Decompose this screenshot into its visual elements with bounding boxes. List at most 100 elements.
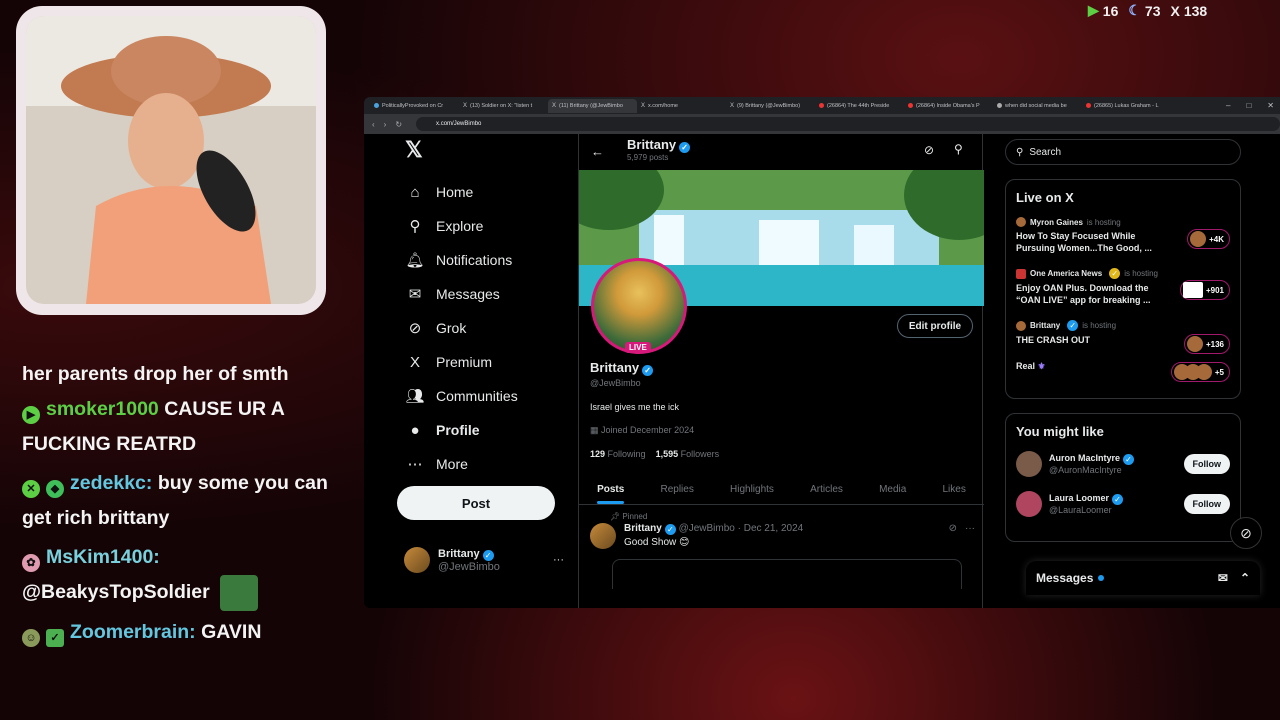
tab-articles[interactable]: Articles bbox=[810, 484, 843, 495]
post-button[interactable]: Post bbox=[397, 486, 555, 520]
nav-explore[interactable]: ⚲ Explore bbox=[394, 209, 574, 243]
grok-icon: ⊘ bbox=[408, 320, 422, 337]
back-arrow-icon[interactable]: ← bbox=[591, 144, 604, 159]
following-label[interactable]: Following bbox=[608, 449, 646, 459]
webcam-image bbox=[26, 16, 316, 304]
stream-stats: ▶ 16 ☾ 73 X 138 bbox=[1088, 2, 1207, 19]
grok-icon[interactable]: ⊘ bbox=[949, 523, 957, 549]
pinned-post[interactable]: 📌︎ Pinned Brittany ✓ @JewBimbo · Dec 21, … bbox=[590, 512, 975, 589]
person-icon: ● bbox=[410, 421, 420, 439]
tweet-media-card[interactable] bbox=[612, 559, 962, 589]
tweet-author[interactable]: Brittany bbox=[624, 523, 662, 534]
tab-highlights[interactable]: Highlights bbox=[730, 484, 774, 495]
browser-tab[interactable]: X (13) Soldier on X: "listen t bbox=[459, 99, 548, 113]
tab-media[interactable]: Media bbox=[879, 484, 906, 495]
people-icon: 👥︎ bbox=[405, 388, 425, 405]
avatar bbox=[1016, 451, 1042, 477]
tab-posts[interactable]: Posts bbox=[597, 484, 625, 504]
browser-tab[interactable]: (26864) Inside Obama's P bbox=[904, 99, 993, 113]
nav-premium[interactable]: X Premium bbox=[394, 345, 574, 379]
messages-drawer[interactable]: Messages ✉ ⌃ bbox=[1026, 561, 1260, 595]
browser-tab[interactable]: (26865) Lukas Graham - L bbox=[1082, 99, 1171, 113]
tab-title: when did social media be bbox=[1005, 102, 1067, 109]
live-item[interactable]: Real ⚜ +5 bbox=[1016, 360, 1230, 384]
nav-home[interactable]: ⌂ Home bbox=[394, 175, 574, 209]
x-logo-icon[interactable]: 𝕏 bbox=[405, 137, 574, 163]
nav-messages[interactable]: ✉ Messages bbox=[394, 277, 574, 311]
nav-label: Explore bbox=[436, 218, 484, 234]
grok-fab-icon[interactable]: ⊘ bbox=[1230, 517, 1262, 549]
search-icon[interactable]: ⚲ bbox=[954, 142, 963, 156]
live-item[interactable]: Brittany ✓ is hosting THE CRASH OUT +136 bbox=[1016, 320, 1230, 354]
nav-notifications[interactable]: 🔔︎ Notifications bbox=[394, 243, 574, 277]
chat-username[interactable]: zedekkc: bbox=[70, 472, 152, 494]
suggestion-name: Laura Loomer bbox=[1049, 493, 1110, 503]
nav-grok[interactable]: ⊘ Grok bbox=[394, 311, 574, 345]
browser-tab[interactable]: Xx.com/home bbox=[637, 99, 726, 113]
chevrons-up-icon[interactable]: ⌃ bbox=[1240, 571, 1250, 585]
forward-icon[interactable]: › bbox=[384, 120, 387, 129]
back-icon[interactable]: ‹ bbox=[372, 120, 375, 129]
right-sidebar: ⚲ Search Live on X Myron Gaines is hosting… bbox=[1005, 139, 1241, 542]
followers-count[interactable]: 1,595 bbox=[656, 449, 679, 459]
close-icon[interactable]: ✕ bbox=[1267, 101, 1274, 110]
more-icon[interactable]: ··· bbox=[965, 523, 975, 549]
chat-username[interactable]: MsKim1400: bbox=[46, 546, 160, 568]
might-like-title: You might like bbox=[1016, 424, 1104, 439]
edit-profile-label: Edit profile bbox=[908, 320, 962, 332]
verified-icon: ✓ bbox=[1123, 454, 1135, 465]
search-input[interactable]: ⚲ Search bbox=[1005, 139, 1241, 165]
nav-communities[interactable]: 👥︎ Communities bbox=[394, 379, 574, 413]
follow-button[interactable]: Follow bbox=[1183, 454, 1230, 474]
search-favicon-icon bbox=[997, 103, 1002, 108]
minimize-icon[interactable]: – bbox=[1226, 101, 1230, 110]
profile-tabs: Posts Replies Highlights Articles Media … bbox=[579, 475, 984, 505]
reload-icon[interactable]: ↻ bbox=[395, 120, 402, 129]
tab-bar: PoliticallyProvoked on Cr X (13) Soldier … bbox=[364, 97, 1280, 114]
tweet-meta: @JewBimbo · Dec 21, 2024 bbox=[678, 523, 804, 534]
suggestion-row[interactable]: Laura Loomer ✓ @LauraLoomer Follow bbox=[1016, 491, 1230, 517]
tab-title: (11) Brittany (@JewBimbo bbox=[559, 102, 623, 109]
profile-avatar[interactable] bbox=[591, 258, 687, 354]
live-badge: LIVE bbox=[625, 342, 651, 353]
live-hosting-label: is hosting bbox=[1124, 269, 1158, 278]
listener-count: +4K bbox=[1187, 229, 1230, 249]
more-icon[interactable]: ··· bbox=[553, 554, 564, 566]
browser-window: PoliticallyProvoked on Cr X (13) Soldier … bbox=[364, 97, 1280, 608]
live-item[interactable]: Myron Gaines is hosting How To Stay Focus… bbox=[1016, 217, 1230, 254]
avatar bbox=[1016, 491, 1042, 517]
follow-button[interactable]: Follow bbox=[1183, 494, 1230, 514]
compose-icon[interactable]: ✉ bbox=[1218, 571, 1228, 585]
tab-title: x.com/home bbox=[648, 102, 678, 109]
chat-username[interactable]: Zoomerbrain: bbox=[70, 621, 196, 643]
post-count: 5,979 posts bbox=[627, 153, 669, 162]
followers-label[interactable]: Followers bbox=[681, 449, 720, 459]
listener-count: +136 bbox=[1183, 334, 1230, 354]
maximize-icon[interactable]: □ bbox=[1246, 101, 1251, 110]
chat-username[interactable]: smoker1000 bbox=[46, 398, 159, 420]
suggestion-row[interactable]: Auron MacIntyre ✓ @AuronMacIntyre Follow bbox=[1016, 451, 1230, 477]
stat-likes: 73 bbox=[1144, 2, 1161, 19]
browser-tab[interactable]: when did social media be bbox=[993, 99, 1082, 113]
play-badge-icon: ▶ bbox=[22, 406, 40, 424]
home-icon: ⌂ bbox=[410, 183, 420, 201]
browser-tab[interactable]: (26864) The 44th Preside bbox=[815, 99, 904, 113]
url-field[interactable]: x.com/JewBimbo bbox=[416, 117, 1280, 131]
browser-tab[interactable]: X (9) Brittany (@JewBimbo) bbox=[726, 99, 815, 113]
tab-likes[interactable]: Likes bbox=[943, 484, 966, 495]
avatar[interactable] bbox=[590, 523, 616, 549]
following-count[interactable]: 129 bbox=[590, 449, 605, 459]
browser-tab-active[interactable]: X (11) Brittany (@JewBimbo bbox=[548, 98, 637, 113]
x-favicon-icon: X bbox=[552, 102, 557, 109]
grok-icon[interactable]: ⊘ bbox=[924, 143, 934, 157]
address-bar-row: ‹ › ↻ x.com/JewBimbo bbox=[364, 114, 1280, 134]
nav-profile[interactable]: ● Profile bbox=[394, 413, 574, 447]
edit-profile-button[interactable]: Edit profile bbox=[897, 314, 973, 338]
live-item[interactable]: One America News ✓ is hosting Enjoy OAN Pl… bbox=[1016, 268, 1230, 306]
account-switcher[interactable]: Brittany ✓ @JewBimbo ··· bbox=[404, 547, 564, 573]
tab-replies[interactable]: Replies bbox=[660, 484, 693, 495]
account-name: Brittany bbox=[438, 547, 480, 560]
browser-tab[interactable]: PoliticallyProvoked on Cr bbox=[370, 99, 459, 113]
count-text: +4K bbox=[1209, 234, 1224, 244]
nav-more[interactable]: ⋯ More bbox=[394, 447, 574, 481]
